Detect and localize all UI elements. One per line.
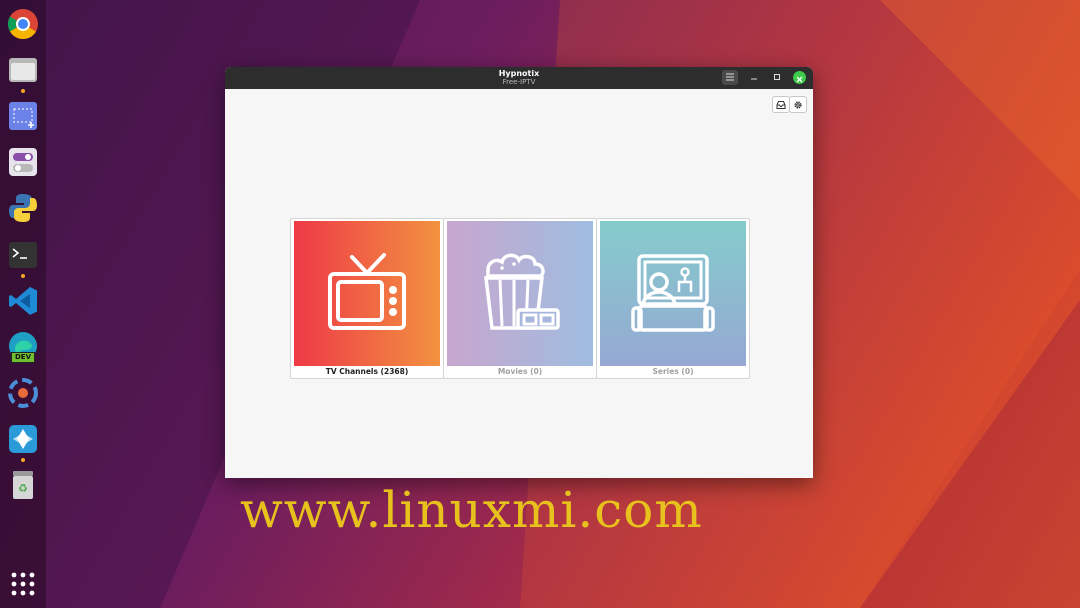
- screenshot-icon[interactable]: [7, 100, 39, 132]
- show-apps-icon[interactable]: [7, 568, 39, 600]
- popcorn-icon: [484, 253, 560, 330]
- preferences-button[interactable]: [789, 96, 807, 113]
- dev-badge: DEV: [11, 352, 36, 363]
- viewer-screen-icon: [631, 253, 715, 332]
- series-label: Series (0): [652, 367, 694, 376]
- close-icon: [796, 76, 803, 83]
- movies-card[interactable]: Movies (0): [443, 218, 597, 379]
- gear-icon: [794, 100, 802, 109]
- tv-icon: [328, 252, 406, 330]
- maximize-button[interactable]: [769, 70, 785, 85]
- close-button[interactable]: [793, 71, 806, 84]
- python-icon[interactable]: [7, 192, 39, 224]
- info-button[interactable]: [772, 96, 790, 113]
- files-icon[interactable]: [7, 54, 39, 86]
- menu-button[interactable]: [722, 70, 738, 85]
- hypnotix-icon[interactable]: [7, 423, 39, 455]
- terminal-icon[interactable]: [7, 239, 39, 271]
- dock: DEV ♻: [0, 0, 46, 608]
- svg-text:♻: ♻: [18, 482, 28, 495]
- tv-channels-label: TV Channels (2368): [325, 367, 409, 376]
- chrome-icon[interactable]: [7, 8, 39, 40]
- titlebar[interactable]: Hypnotix Free-IPTV: [225, 67, 813, 89]
- minimize-button[interactable]: [746, 70, 762, 85]
- watermark-text: www.linuxmi.com: [240, 481, 703, 539]
- running-indicator: [21, 458, 25, 462]
- tray-icon: [776, 100, 786, 109]
- tv-channels-image: [294, 221, 440, 366]
- series-image: [600, 221, 746, 366]
- maximize-icon: [774, 74, 780, 80]
- movies-image: [447, 221, 593, 366]
- movies-label: Movies (0): [497, 367, 543, 376]
- tweaks-icon[interactable]: [7, 146, 39, 178]
- tv-channels-card[interactable]: TV Channels (2368): [290, 218, 444, 379]
- running-indicator: [21, 89, 25, 93]
- minimize-icon: [751, 78, 757, 80]
- hamburger-icon: [726, 73, 734, 81]
- running-indicator: [21, 274, 25, 278]
- edge-dev-icon[interactable]: DEV: [7, 331, 39, 363]
- hypnotix-window: Hypnotix Free-IPTV TV Channels (2368) Mo…: [225, 67, 813, 478]
- vscode-icon[interactable]: [7, 285, 39, 317]
- series-card[interactable]: Series (0): [596, 218, 750, 379]
- trash-icon[interactable]: ♻: [7, 469, 39, 501]
- app-icon[interactable]: [7, 377, 39, 409]
